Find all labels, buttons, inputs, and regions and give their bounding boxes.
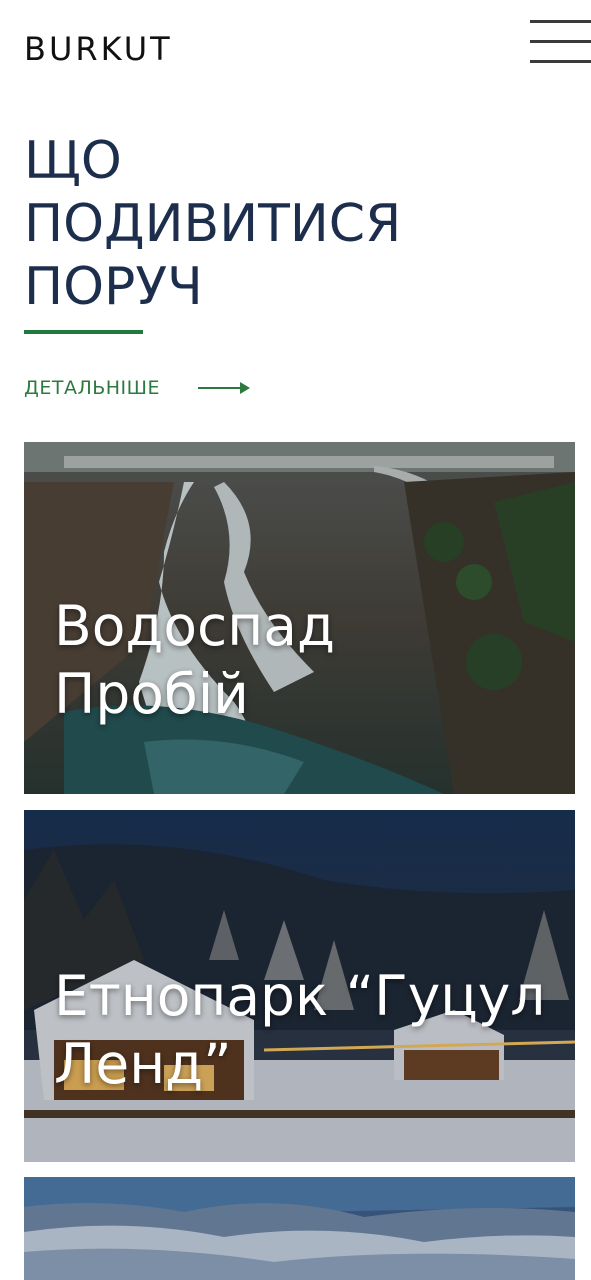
card-title: Водоспад Пробій bbox=[54, 594, 335, 726]
more-details-label: ДЕТАЛЬНІШЕ bbox=[24, 377, 160, 399]
page-title: ЩО ПОДИВИТИСЯ ПОРУЧ bbox=[24, 130, 564, 319]
card-waterfall[interactable]: Водоспад Пробій bbox=[24, 442, 575, 794]
logo[interactable]: BURKUT bbox=[24, 29, 173, 69]
title-line: ПОДИВИТИСЯ bbox=[24, 194, 402, 254]
header: BURKUT bbox=[0, 0, 591, 100]
card-mountains[interactable] bbox=[24, 1177, 575, 1280]
title-underline bbox=[24, 330, 143, 334]
title-line: ЩО bbox=[24, 131, 122, 191]
card-title: Етнопарк “Гуцул Ленд” bbox=[54, 964, 546, 1096]
hamburger-menu-icon[interactable] bbox=[530, 18, 591, 66]
mountains-photo bbox=[24, 1177, 575, 1280]
more-details-link[interactable]: ДЕТАЛЬНІШЕ bbox=[24, 373, 250, 403]
title-line: ПОРУЧ bbox=[24, 257, 203, 317]
arrow-right-icon bbox=[198, 382, 250, 394]
card-ethnopark[interactable]: Етнопарк “Гуцул Ленд” bbox=[24, 810, 575, 1162]
